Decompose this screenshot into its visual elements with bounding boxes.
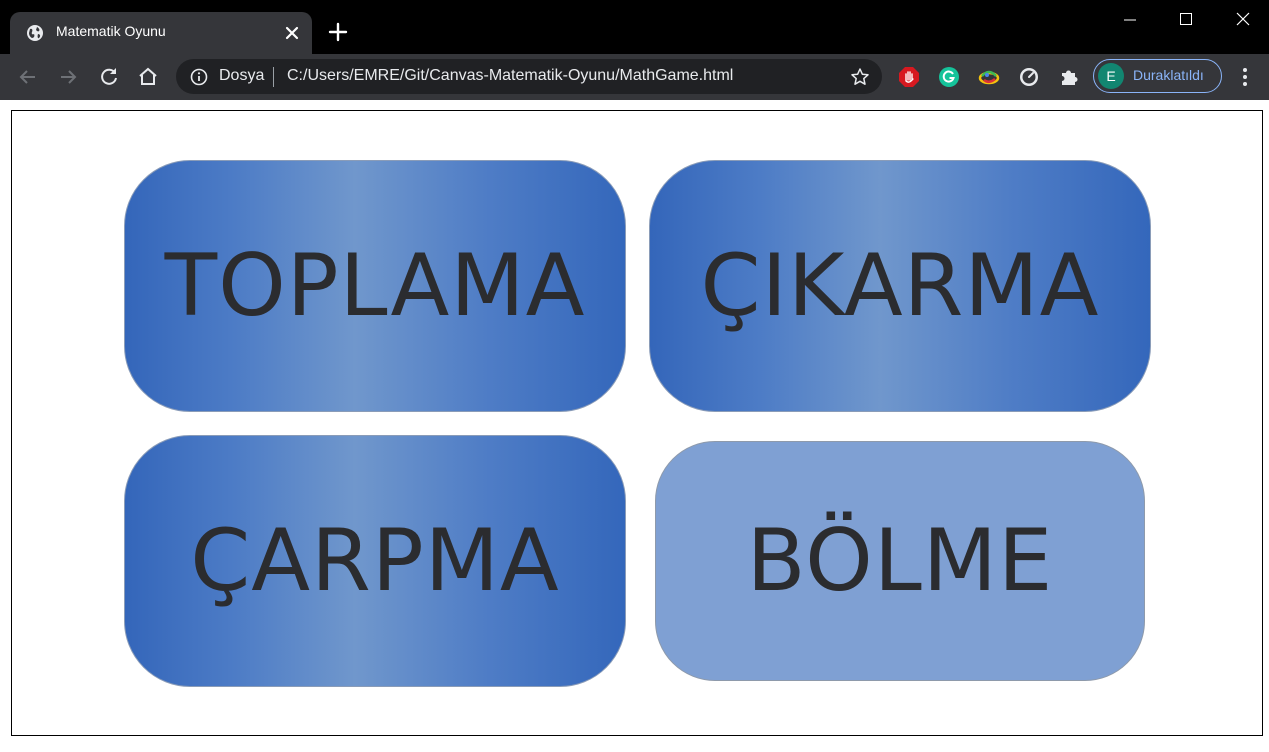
browser-tab[interactable]: Matematik Oyunu (10, 12, 312, 54)
browser-titlebar: Matematik Oyunu (0, 0, 1269, 54)
division-label: BÖLME (746, 511, 1054, 611)
bookmark-star-icon[interactable] (850, 67, 870, 87)
omnibox-divider (273, 67, 274, 87)
security-label: Dosya (219, 67, 265, 84)
new-tab-icon[interactable] (327, 21, 349, 43)
tab-title: Matematik Oyunu (56, 23, 166, 39)
forward-arrow-icon[interactable] (56, 65, 80, 89)
reload-icon[interactable] (97, 65, 121, 89)
globe-icon (27, 25, 43, 41)
address-bar[interactable]: Dosya C:/Users/EMRE/Git/Canvas-Matematik… (176, 59, 882, 94)
division-button[interactable]: BÖLME (655, 441, 1145, 681)
multiplication-button[interactable]: ÇARPMA (124, 435, 626, 687)
subtraction-label: ÇIKARMA (700, 236, 1100, 336)
maximize-icon[interactable] (1166, 5, 1206, 35)
minimize-icon[interactable] (1110, 5, 1150, 35)
gauge-icon[interactable] (1018, 66, 1040, 88)
url-text[interactable]: C:/Users/EMRE/Git/Canvas-Matematik-Oyunu… (287, 67, 733, 85)
grammarly-icon[interactable] (938, 66, 960, 88)
avatar: E (1098, 63, 1124, 89)
info-icon[interactable] (190, 68, 208, 86)
addition-button[interactable]: TOPLAMA (124, 160, 626, 412)
puzzle-icon[interactable] (1058, 66, 1080, 88)
stop-hand-icon[interactable] (898, 66, 920, 88)
home-icon[interactable] (136, 65, 160, 89)
close-window-icon[interactable] (1223, 5, 1263, 35)
kebab-menu-icon[interactable] (1236, 66, 1254, 88)
subtraction-button[interactable]: ÇIKARMA (649, 160, 1151, 412)
game-canvas[interactable]: TOPLAMA ÇIKARMA ÇARPMA BÖLME (11, 110, 1263, 736)
back-arrow-icon[interactable] (16, 65, 40, 89)
profile-button[interactable]: E Duraklatıldı (1093, 59, 1222, 93)
close-tab-icon[interactable] (283, 24, 301, 42)
profile-status-label: Duraklatıldı (1133, 67, 1204, 83)
colorful-ring-icon[interactable] (978, 66, 1000, 88)
browser-toolbar: Dosya C:/Users/EMRE/Git/Canvas-Matematik… (0, 54, 1269, 100)
addition-label: TOPLAMA (164, 236, 586, 336)
multiplication-label: ÇARPMA (190, 511, 560, 611)
